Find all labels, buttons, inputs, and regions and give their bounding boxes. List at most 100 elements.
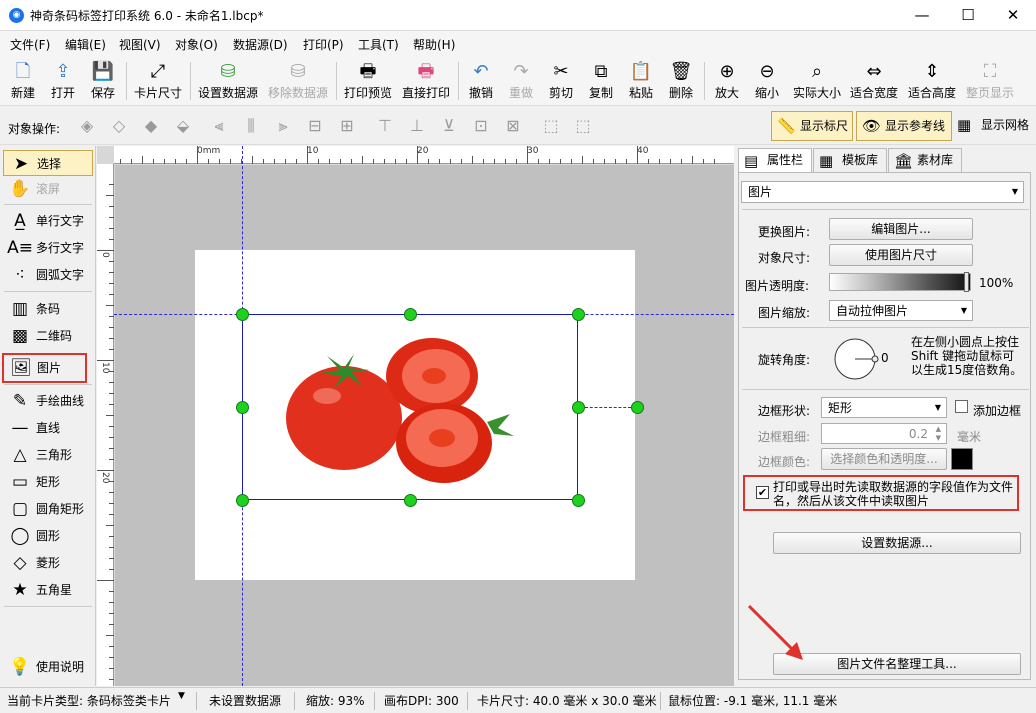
opacity-slider-thumb[interactable] (964, 272, 969, 292)
tool-line[interactable]: — 直线 (3, 415, 93, 441)
zoom-in-button[interactable]: ⊕ 放大 (710, 58, 744, 104)
card-size-button[interactable]: ⤢ 卡片尺寸 (132, 58, 184, 104)
image-filename-tool-button[interactable]: 图片文件名整理工具... (773, 653, 1021, 675)
menu-help[interactable]: 帮助(H) (413, 36, 455, 53)
show-grid-toggle[interactable]: ▦ 显示网格 (955, 111, 1033, 141)
read-filename-checkbox[interactable]: ✔ (756, 486, 769, 499)
ruler-tick (318, 159, 319, 164)
new-button[interactable]: 🗋 新建 (6, 58, 40, 104)
tool-diamond[interactable]: ◇ 菱形 (3, 550, 93, 576)
resize-handle[interactable] (572, 308, 585, 321)
same-width-icon[interactable]: ⊡ (470, 116, 492, 136)
opacity-slider[interactable] (829, 272, 971, 292)
tool-image[interactable]: 🖼 图片 (2, 353, 87, 383)
tool-rectangle[interactable]: ▭ 矩形 (3, 469, 93, 495)
resize-handle[interactable] (572, 401, 585, 414)
group-icon[interactable]: ⬚ (540, 116, 562, 136)
tool-circle[interactable]: ◯ 圆形 (3, 523, 93, 549)
resize-handle[interactable] (236, 401, 249, 414)
tab-templates[interactable]: ▦ 模板库 (813, 148, 887, 172)
print-preview-button[interactable]: 🖶 打印预览 (342, 58, 394, 104)
menu-view[interactable]: 视图(V) (119, 36, 161, 53)
same-height-icon[interactable]: ⊠ (502, 116, 524, 136)
border-shape-select[interactable]: 矩形 ▼ (821, 397, 947, 418)
open-button[interactable]: ⇪ 打开 (46, 58, 80, 104)
resize-handle[interactable] (404, 308, 417, 321)
show-ruler-toggle[interactable]: 📏 显示标尺 (771, 111, 853, 141)
chevron-down-icon[interactable]: ▼ (178, 691, 185, 701)
resize-handle[interactable] (236, 494, 249, 507)
distribute-v-icon[interactable]: ⊟ (304, 116, 326, 136)
menu-datasource[interactable]: 数据源(D) (233, 36, 288, 53)
scale-select[interactable]: 自动拉伸图片 ▼ (829, 300, 973, 321)
actual-size-button[interactable]: ⌕ 实际大小 (790, 58, 844, 104)
tool-select[interactable]: ➤ 选择 (3, 150, 93, 176)
redo-button[interactable]: ↷ 重做 (504, 58, 538, 104)
help-button[interactable]: 💡 使用说明 (3, 654, 93, 680)
tool-multi-text[interactable]: A≡ 多行文字 (3, 235, 93, 261)
tool-triangle[interactable]: △ 三角形 (3, 442, 93, 468)
add-border-checkbox[interactable] (955, 400, 968, 413)
send-backward-icon[interactable]: ◆ (140, 116, 162, 136)
tool-qrcode[interactable]: ▩ 二维码 (3, 323, 93, 349)
align-middle-icon[interactable]: ⊥ (406, 116, 428, 136)
menu-file[interactable]: 文件(F) (10, 36, 50, 53)
tool-freehand[interactable]: ✎ 手绘曲线 (3, 388, 93, 414)
tool-rounded-rect[interactable]: ▢ 圆角矩形 (3, 496, 93, 522)
tool-single-text[interactable]: A̲ 单行文字 (3, 208, 93, 234)
menu-edit[interactable]: 编辑(E) (65, 36, 106, 53)
menu-tools[interactable]: 工具(T) (358, 36, 399, 53)
border-color-button[interactable]: 选择颜色和透明度... (821, 448, 947, 470)
set-datasource-button[interactable]: 设置数据源... (773, 532, 1021, 554)
fit-page-button[interactable]: ⛶ 整页显示 (964, 58, 1016, 104)
cut-button[interactable]: ✂ 剪切 (544, 58, 578, 104)
border-color-swatch[interactable] (951, 448, 973, 470)
use-image-size-button[interactable]: 使用图片尺寸 (829, 244, 973, 266)
copy-button[interactable]: ⧉ 复制 (584, 58, 618, 104)
bring-forward-icon[interactable]: ◇ (108, 116, 130, 136)
canvas-area[interactable]: 0mm 10 20 30 40 0 10 20 (97, 146, 734, 686)
fit-height-button[interactable]: ⇕ 适合高度 (906, 58, 958, 104)
paste-button[interactable]: 📋 粘贴 (624, 58, 658, 104)
show-guides-toggle[interactable]: 👁 显示参考线 (856, 111, 952, 141)
resize-handle[interactable] (572, 494, 585, 507)
rotation-dial-knob[interactable] (871, 355, 879, 363)
send-back-icon[interactable]: ⬙ (172, 116, 194, 136)
undo-button[interactable]: ↶ 撤销 (464, 58, 498, 104)
resize-handle[interactable] (404, 494, 417, 507)
zoom-out-button[interactable]: ⊖ 缩小 (750, 58, 784, 104)
direct-print-button[interactable]: 🖶 直接打印 (400, 58, 452, 104)
set-datasource-button[interactable]: ⛁ 设置数据源 (196, 58, 260, 104)
delete-button[interactable]: 🗑 删除 (664, 58, 698, 104)
rotation-handle[interactable] (631, 401, 644, 414)
menu-object[interactable]: 对象(O) (175, 36, 218, 53)
align-center-icon[interactable]: ⫼ (240, 116, 262, 136)
close-button[interactable]: ✕ (990, 0, 1036, 31)
edit-image-button[interactable]: 编辑图片... (829, 218, 973, 240)
border-width-input[interactable]: 0.2 ▲ ▼ (821, 423, 947, 444)
align-bottom-icon[interactable]: ⊻ (438, 116, 460, 136)
tab-properties[interactable]: ▤ 属性栏 (738, 148, 812, 173)
spinner-icon[interactable]: ▲ ▼ (936, 425, 941, 443)
resize-handle[interactable] (236, 308, 249, 321)
bring-front-icon[interactable]: ◈ (76, 116, 98, 136)
ungroup-icon[interactable]: ⬚ (572, 116, 594, 136)
save-button[interactable]: 💾 保存 (86, 58, 120, 104)
remove-datasource-button[interactable]: ⛁ 移除数据源 (266, 58, 330, 104)
object-type-select[interactable]: 图片 ▼ (741, 181, 1024, 203)
status-card-type[interactable]: 当前卡片类型: 条码标签类卡片 (7, 692, 171, 709)
distribute-h-icon[interactable]: ⊞ (336, 116, 358, 136)
align-right-icon[interactable]: ⫸ (272, 116, 294, 136)
tool-barcode[interactable]: ▥ 条码 (3, 296, 93, 322)
tool-star[interactable]: ★ 五角星 (3, 577, 93, 603)
tool-scroll[interactable]: ✋ 滚屏 (3, 176, 93, 202)
align-left-icon[interactable]: ⫷ (208, 116, 230, 136)
tab-materials[interactable]: 🏛 素材库 (888, 148, 962, 172)
tool-arc-text[interactable]: ⁖ 圆弧文字 (3, 262, 93, 288)
menu-print[interactable]: 打印(P) (303, 36, 344, 53)
line-icon: — (11, 418, 29, 438)
align-top-icon[interactable]: ⊤ (374, 116, 396, 136)
maximize-button[interactable]: ☐ (945, 0, 991, 31)
minimize-button[interactable]: — (899, 0, 945, 31)
fit-width-button[interactable]: ⇔ 适合宽度 (848, 58, 900, 104)
